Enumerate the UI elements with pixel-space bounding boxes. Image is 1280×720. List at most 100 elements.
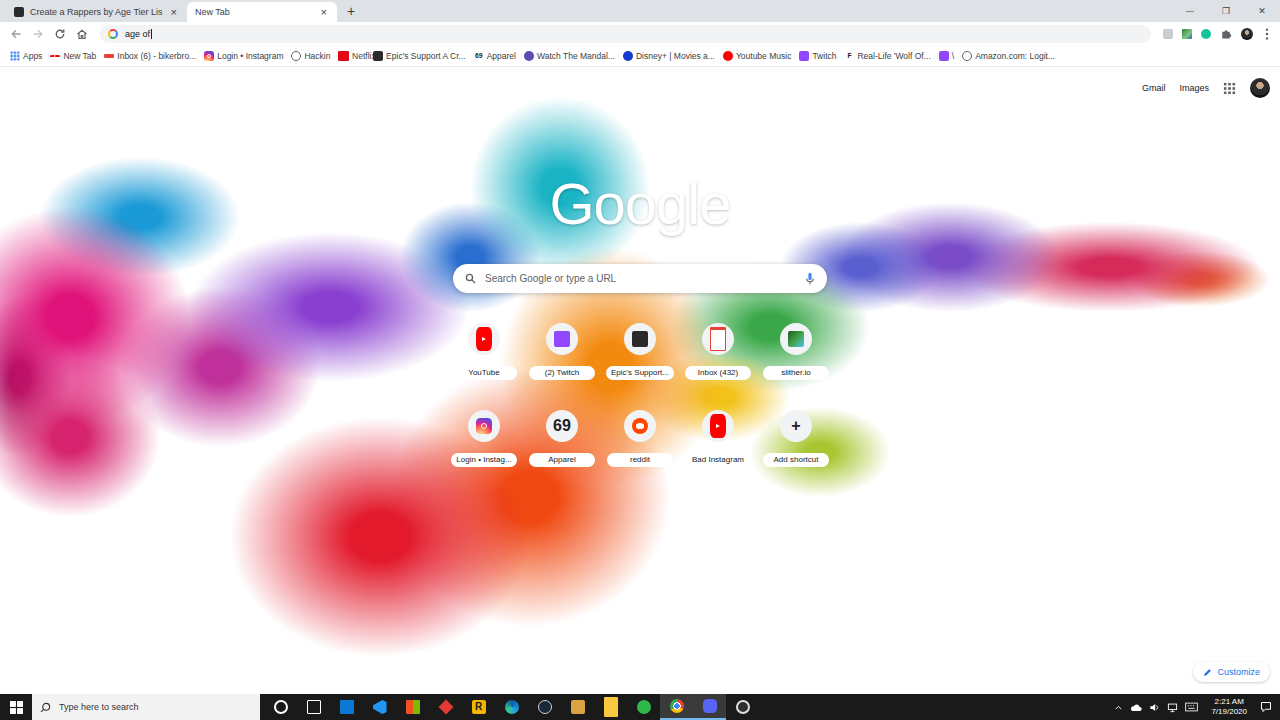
home-button[interactable] [72, 24, 92, 44]
reddit-icon [632, 418, 648, 434]
browser-tab[interactable]: Create a Rappers by Age Tier Lis × [6, 2, 187, 22]
forward-button[interactable] [28, 24, 48, 44]
taskbar-search[interactable]: Type here to search [32, 694, 260, 720]
shortcut-tile[interactable]: YouTube [445, 323, 523, 380]
extension-icon[interactable] [1163, 29, 1173, 39]
tab-close-button[interactable]: × [169, 6, 179, 18]
shortcut-tile[interactable]: +Add shortcut [757, 410, 835, 467]
taskbar-app[interactable] [594, 694, 627, 720]
bookmark[interactable]: \ [939, 51, 954, 61]
reload-button[interactable] [50, 24, 70, 44]
bookmark[interactable]: New Tab [50, 51, 96, 61]
window-control-button[interactable]: ✕ [1244, 0, 1280, 22]
search-box[interactable]: Search Google or type a URL [453, 264, 827, 293]
bookmark[interactable]: Youtube Music [723, 51, 791, 61]
bookmark[interactable]: Hackin [291, 51, 330, 61]
taskbar-app[interactable] [495, 694, 528, 720]
extension-icon[interactable] [1182, 29, 1192, 39]
forward-arrow-icon [32, 28, 44, 40]
taskbar-app[interactable] [396, 694, 429, 720]
netflix-icon [338, 51, 349, 61]
keyboard-icon[interactable] [1185, 702, 1198, 712]
tab-label: Create a Rappers by Age Tier Lis [30, 7, 163, 17]
apps-grid-icon[interactable] [1223, 82, 1236, 95]
shortcut-tile[interactable]: (2) Twitch [523, 323, 601, 380]
new-tab-button[interactable]: + [337, 1, 365, 21]
back-button[interactable] [6, 24, 26, 44]
header-link[interactable]: Images [1179, 83, 1209, 93]
globe-icon [962, 51, 972, 61]
taskbar-app[interactable] [330, 694, 363, 720]
system-tray: 2:21 AM7/19/2020 [1114, 697, 1280, 717]
profile-avatar-icon[interactable] [1241, 28, 1253, 40]
account-avatar-icon[interactable] [1250, 78, 1270, 98]
browser-tab[interactable]: New Tab× [187, 2, 337, 22]
taskbar-app[interactable] [429, 694, 462, 720]
cloud-icon[interactable] [1130, 703, 1142, 712]
twitch-icon [799, 51, 809, 61]
apps-icon [10, 51, 20, 61]
chevron-up-icon[interactable] [1114, 703, 1123, 712]
taskbar-app[interactable] [693, 694, 726, 720]
taskbar-app[interactable] [363, 694, 396, 720]
gmail-icon [104, 54, 114, 58]
taskbar-app[interactable] [297, 694, 330, 720]
shortcuts-grid: YouTube(2) TwitchEpic's Support...Inbox … [445, 323, 835, 467]
mando-icon [524, 51, 534, 61]
taskbar-app[interactable] [264, 694, 297, 720]
bookmark[interactable]: Login • Instagram [204, 51, 283, 61]
taskbar-app[interactable]: R [462, 694, 495, 720]
taskview-icon [307, 700, 321, 714]
bookmark[interactable]: Epic's Support A Cr... [373, 51, 466, 61]
game-icon [571, 700, 585, 714]
bookmark[interactable]: Apps [10, 51, 42, 61]
bookmark[interactable]: FReal-Life 'Wolf Of... [844, 51, 930, 61]
taskbar-app[interactable] [561, 694, 594, 720]
volume-icon[interactable] [1149, 702, 1160, 713]
epic-icon [373, 51, 383, 61]
search-icon [465, 273, 476, 284]
tab-close-button[interactable]: × [319, 6, 329, 18]
customize-button[interactable]: Customize [1193, 662, 1270, 682]
header-link[interactable]: Gmail [1142, 83, 1166, 93]
bookmark[interactable]: Twitch [799, 51, 836, 61]
bookmark[interactable]: Amazon.com: Logit... [962, 51, 1055, 61]
bookmark[interactable]: Watch The Mandal... [524, 51, 615, 61]
menu-dots-icon[interactable] [1262, 27, 1272, 41]
bookmark[interactable]: 69Apparel [474, 51, 516, 61]
edge-icon [505, 700, 519, 714]
taskbar-app[interactable] [660, 694, 693, 720]
shortcut-label: reddit [607, 453, 673, 467]
puzzle-icon[interactable] [1220, 28, 1232, 40]
slither-icon [788, 331, 804, 347]
window-control-button[interactable]: — [1172, 0, 1208, 22]
shortcut-tile[interactable]: Inbox (432) [679, 323, 757, 380]
bookmark[interactable]: Netflix [338, 51, 365, 61]
bookmark[interactable]: Inbox (6) - bikerbro... [104, 51, 196, 61]
shortcut-circle [702, 410, 734, 442]
clock[interactable]: 2:21 AM7/19/2020 [1205, 697, 1253, 717]
page-header: Gmail Images [0, 67, 1280, 102]
back-arrow-icon [10, 28, 22, 40]
address-bar[interactable]: age of [100, 25, 1151, 43]
network-icon[interactable] [1167, 702, 1178, 713]
microphone-icon[interactable] [805, 272, 815, 285]
notifications-icon[interactable] [1260, 701, 1272, 713]
shortcut-tile[interactable]: Login • Instag... [445, 410, 523, 467]
taskbar-app[interactable] [528, 694, 561, 720]
shortcut-tile[interactable]: slither.io [757, 323, 835, 380]
window-control-button[interactable]: ❐ [1208, 0, 1244, 22]
taskbar-apps: R [260, 694, 759, 720]
bookmark[interactable]: Disney+ | Movies a... [623, 51, 715, 61]
shortcut-tile[interactable]: 69Apparel [523, 410, 601, 467]
taskbar-app[interactable] [627, 694, 660, 720]
grammarly-icon[interactable] [1201, 29, 1211, 39]
taskbar-app[interactable] [726, 694, 759, 720]
text-icon: 69 [474, 51, 484, 61]
youtube-icon [710, 414, 726, 437]
start-button[interactable] [0, 694, 32, 720]
shortcut-tile[interactable]: reddit [601, 410, 679, 467]
shortcut-circle [702, 323, 734, 355]
shortcut-tile[interactable]: Epic's Support... [601, 323, 679, 380]
shortcut-tile[interactable]: Bad Instagram [679, 410, 757, 467]
